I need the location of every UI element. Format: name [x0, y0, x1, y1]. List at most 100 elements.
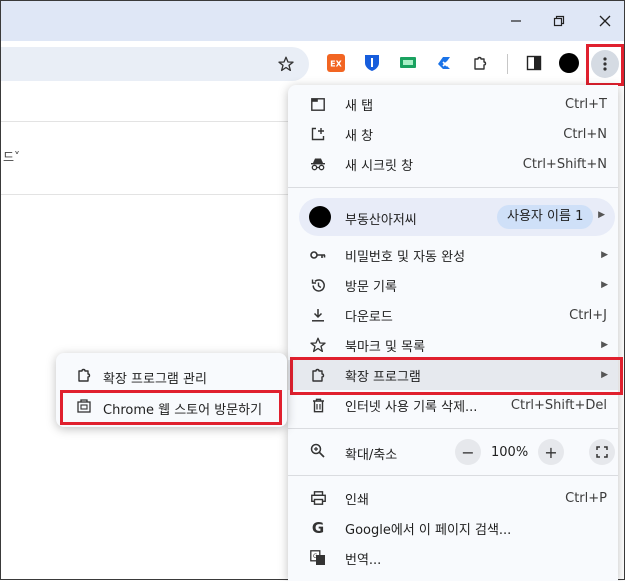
menu-item-shortcut: Ctrl+J — [569, 307, 607, 323]
zoom-row: 확대/축소 − 100% + — [288, 436, 618, 466]
page-divider — [1, 194, 288, 195]
translate-icon: G — [310, 550, 326, 566]
extensions-submenu: 확장 프로그램 관리 Chrome 웹 스토어 방문하기 — [56, 353, 287, 427]
submenu-item-web-store[interactable]: Chrome 웹 스토어 방문하기 — [56, 391, 287, 421]
menu-item-clear-browsing-data[interactable]: 인터넷 사용 기록 삭제... Ctrl+Shift+Del — [288, 390, 618, 420]
side-panel-icon — [526, 55, 542, 71]
star-icon — [278, 56, 294, 72]
menu-item-new-window[interactable]: 새 창 Ctrl+N — [288, 119, 618, 149]
restore-button[interactable] — [544, 9, 574, 33]
menu-item-label: 인쇄 — [345, 492, 369, 508]
menu-item-print[interactable]: 인쇄 Ctrl+P — [288, 483, 618, 513]
google-icon: G — [311, 519, 325, 537]
profile-avatar-button[interactable] — [559, 53, 579, 73]
chevron-right-icon: ▶ — [601, 370, 608, 380]
menu-item-label: 번역... — [345, 552, 382, 568]
menu-separator — [288, 475, 618, 476]
menu-item-translate[interactable]: G 번역... — [288, 543, 618, 573]
avatar — [309, 206, 331, 228]
chevron-right-icon: ▶ — [598, 210, 605, 220]
extension-bitwarden-button[interactable] — [362, 53, 382, 73]
extensions-button[interactable] — [470, 53, 490, 73]
menu-item-label: 방문 기록 — [345, 279, 397, 295]
history-icon — [310, 277, 326, 293]
menu-item-label: 비밀번호 및 자동 완성 — [345, 249, 466, 265]
new-window-icon — [310, 126, 326, 142]
menu-item-shortcut: Ctrl+P — [565, 490, 607, 506]
extension-ex-button[interactable]: EX — [326, 53, 346, 73]
puzzle-icon — [474, 56, 487, 70]
menu-item-label: 새 탭 — [345, 98, 374, 114]
zoom-icon — [310, 443, 325, 458]
chevron-right-icon: ▶ — [601, 340, 608, 350]
menu-item-shortcut: Ctrl+T — [565, 96, 607, 112]
menu-item-label: 확장 프로그램 — [345, 369, 421, 385]
submenu-item-label: 확장 프로그램 관리 — [103, 372, 207, 387]
close-icon — [599, 15, 611, 27]
toolbar-divider — [507, 54, 508, 74]
incognito-icon — [310, 156, 326, 172]
menu-separator — [288, 187, 618, 188]
close-button[interactable] — [590, 9, 620, 33]
profile-user-pill: 사용자 이름 1 — [497, 205, 594, 229]
side-panel-button[interactable] — [524, 53, 544, 73]
screen-extension-icon — [400, 57, 416, 68]
menu-item-label: 새 시크릿 창 — [345, 158, 414, 174]
menu-item-shortcut: Ctrl+Shift+N — [522, 156, 607, 172]
restore-icon — [553, 15, 565, 27]
zoom-out-button[interactable]: − — [455, 439, 481, 465]
menu-item-shortcut: Ctrl+Shift+Del — [510, 397, 607, 413]
download-icon — [310, 307, 326, 323]
submenu-item-manage-extensions[interactable]: 확장 프로그램 관리 — [56, 360, 287, 390]
menu-item-incognito[interactable]: 새 시크릿 창 Ctrl+Shift+N — [288, 149, 618, 179]
toolbar: EX — [1, 41, 624, 87]
puzzle-icon — [76, 367, 92, 383]
bookmark-star-button[interactable] — [275, 53, 297, 75]
menu-item-downloads[interactable]: 다운로드 Ctrl+J — [288, 300, 618, 330]
menu-item-label: Google에서 이 페이지 검색... — [345, 522, 512, 538]
svg-text:EX: EX — [330, 60, 342, 69]
fullscreen-icon — [596, 446, 608, 458]
menu-item-shortcut: Ctrl+N — [563, 126, 607, 142]
menu-item-new-tab[interactable]: 새 탭 Ctrl+T — [288, 89, 618, 119]
ex-extension-icon: EX — [327, 54, 345, 72]
menu-separator — [288, 428, 618, 429]
zoom-value: 100% — [491, 445, 529, 460]
zoom-label: 확대/축소 — [345, 448, 398, 463]
menu-item-bookmarks[interactable]: 북마크 및 목록 ▶ — [288, 330, 618, 360]
web-store-icon — [76, 398, 92, 414]
chevron-right-icon: ▶ — [601, 280, 608, 290]
new-tab-icon — [310, 96, 326, 112]
chevron-right-icon: ▶ — [601, 250, 608, 260]
profile-row[interactable]: 부동산아저씨 사용자 이름 1 ▶ — [299, 198, 615, 236]
submenu-item-label: Chrome 웹 스토어 방문하기 — [103, 403, 263, 418]
trash-icon — [310, 397, 326, 413]
menu-item-label: 인터넷 사용 기록 삭제... — [345, 399, 478, 415]
minimize-button[interactable] — [501, 9, 531, 33]
bitwarden-icon — [365, 55, 379, 71]
puzzle-icon — [310, 367, 326, 383]
menu-item-label: 다운로드 — [345, 309, 393, 325]
menu-item-history[interactable]: 방문 기록 ▶ — [288, 270, 618, 300]
close-tabs-extension-icon — [438, 57, 450, 69]
key-icon — [310, 247, 326, 263]
fullscreen-button[interactable] — [589, 439, 615, 465]
print-icon — [310, 490, 326, 506]
zoom-in-button[interactable]: + — [538, 439, 564, 465]
star-icon — [310, 337, 326, 353]
menu-item-search-google[interactable]: G Google에서 이 페이지 검색... — [288, 513, 618, 543]
title-bar — [1, 1, 624, 41]
avatar-icon — [559, 53, 579, 73]
svg-text:G: G — [313, 553, 318, 560]
page-divider — [1, 121, 288, 122]
extension-screen-button[interactable] — [398, 53, 418, 73]
menu-item-passwords[interactable]: 비밀번호 및 자동 완성 ▶ — [288, 240, 618, 270]
minimize-icon — [511, 20, 521, 22]
address-bar[interactable] — [1, 47, 309, 81]
menu-item-extensions[interactable]: 확장 프로그램 ▶ — [288, 360, 618, 390]
chrome-menu: 새 탭 Ctrl+T 새 창 Ctrl+N 새 시크릿 창 Ctrl+Shift… — [288, 85, 618, 581]
extension-close-tabs-button[interactable] — [434, 53, 454, 73]
page-text-fragment: 드˅ — [3, 150, 21, 164]
chrome-menu-button[interactable] — [591, 50, 619, 78]
kebab-menu-icon — [603, 57, 607, 71]
